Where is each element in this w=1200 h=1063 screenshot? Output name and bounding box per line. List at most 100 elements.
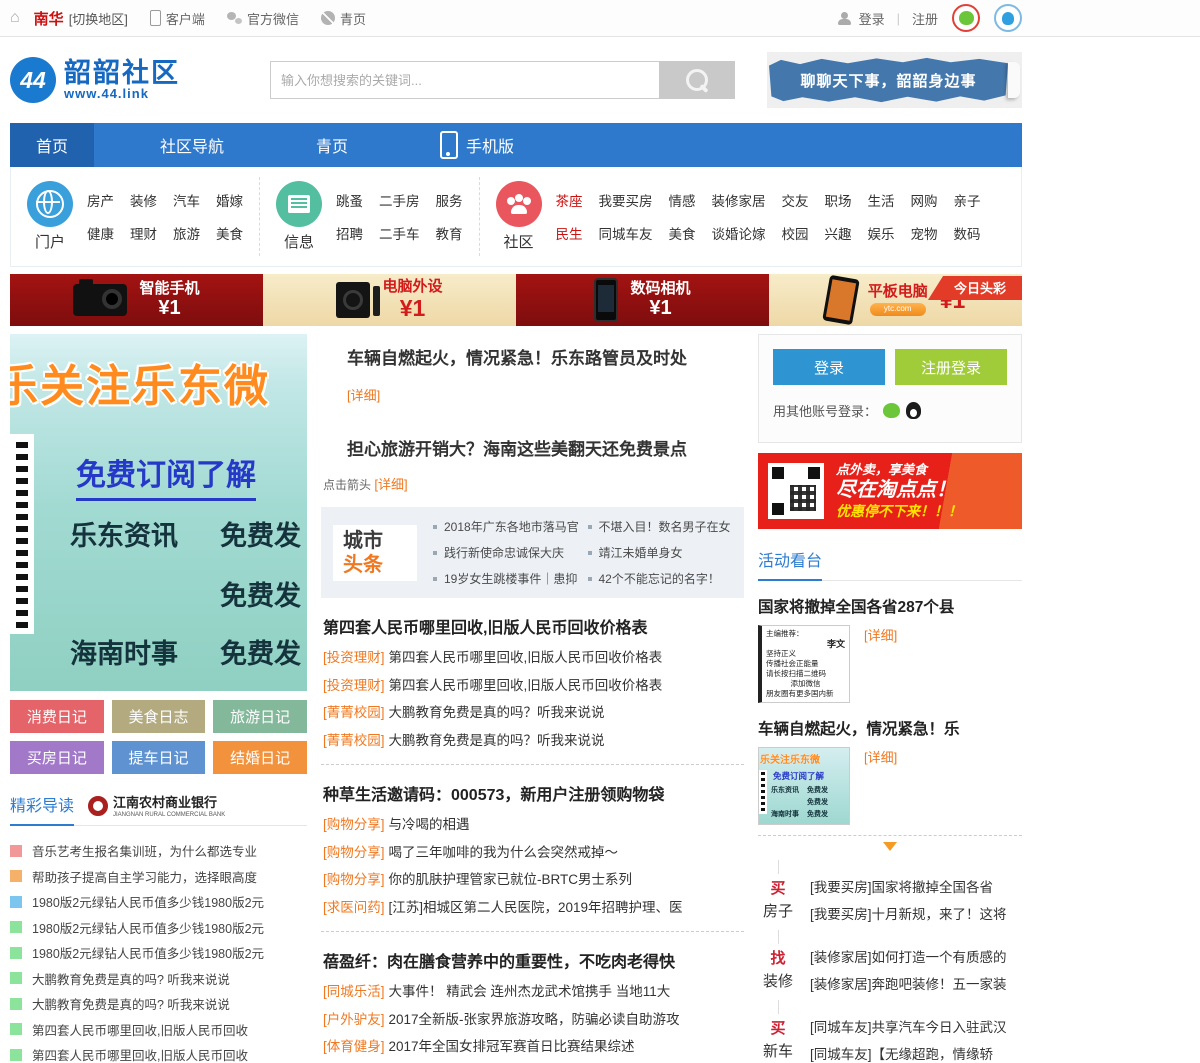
- activity-thumbnail[interactable]: 主编推荐： 李文 坚持正义 传播社会正能量 请长按扫描二维码 添加微信 朋友圈有…: [758, 625, 850, 703]
- region-name[interactable]: 南华: [34, 8, 64, 29]
- thread-item[interactable]: [同城车友]共享汽车今日入驻武汉: [810, 1014, 1022, 1041]
- thread-item[interactable]: [同城乐活]大事件！ 精武会 连州杰龙武术馆携手 当地11大: [323, 978, 744, 1006]
- headline-item[interactable]: 靖江未婚单身女: [588, 544, 733, 561]
- cat-link[interactable]: 亲子: [954, 190, 981, 210]
- diary-food-button[interactable]: 美食日志: [112, 700, 206, 733]
- detail-link[interactable]: [详细]: [864, 747, 897, 766]
- board-tag[interactable]: [求医问药]: [323, 900, 385, 915]
- diary-house-button[interactable]: 买房日记: [10, 741, 104, 774]
- diary-car-button[interactable]: 提车日记: [112, 741, 206, 774]
- cat-link[interactable]: 兴趣: [825, 223, 852, 243]
- cat-link[interactable]: 娱乐: [868, 223, 895, 243]
- wechat-badge-icon[interactable]: [952, 4, 980, 32]
- thread-item[interactable]: [户外驴友]2017全新版-张家界旅游攻略，防骗必读自助游攻: [323, 1006, 744, 1034]
- ad-tablet[interactable]: 今日头彩 平板电脑 ytc.com ¥1: [769, 274, 1022, 326]
- section-title[interactable]: 种草生活邀请码：000573，新用户注册领购物袋: [323, 781, 744, 805]
- cat-link[interactable]: 职场: [825, 190, 852, 210]
- board-tag[interactable]: [体育健身]: [323, 1039, 385, 1054]
- headline-item[interactable]: 19岁女生跳楼事件｜患抑: [433, 570, 578, 587]
- list-item[interactable]: 帮助孩子提高自主学习能力，选择眼高度: [10, 864, 307, 890]
- expand-arrow-icon[interactable]: [883, 842, 897, 858]
- featured-title[interactable]: 担心旅游开销大？海南这些美翻天还免费景点: [347, 435, 744, 460]
- cat-link[interactable]: 美食: [216, 223, 243, 243]
- diary-wedding-button[interactable]: 结婚日记: [213, 741, 307, 774]
- list-item[interactable]: 第四套人民币哪里回收,旧版人民币回收: [10, 1042, 307, 1063]
- thread-item[interactable]: [投资理财]第四套人民币哪里回收,旧版人民币回收价格表: [323, 644, 744, 672]
- cat-link[interactable]: 装修家居: [712, 190, 766, 210]
- board-tag[interactable]: [购物分享]: [323, 817, 385, 832]
- highlights-title[interactable]: 精彩导读: [10, 792, 74, 826]
- cat-link[interactable]: 二手房: [379, 190, 420, 210]
- thread-item[interactable]: [菁菁校园]大鹏教育免费是真的吗？听我来说说: [323, 699, 744, 727]
- takeout-qr-ad[interactable]: 点外卖，享美食 尽在淘点点！ 优惠停不下来！！！: [758, 453, 1022, 529]
- cat-link-hot[interactable]: 民生: [556, 223, 583, 243]
- search-button[interactable]: [659, 61, 735, 99]
- headline-item[interactable]: 2018年广东各地市落马官: [433, 518, 578, 535]
- cat-link[interactable]: 交友: [782, 190, 809, 210]
- thread-item[interactable]: [投资理财]第四套人民币哪里回收,旧版人民币回收价格表: [323, 672, 744, 700]
- nav-community[interactable]: 社区导航: [134, 123, 250, 167]
- detail-link[interactable]: [详细]: [864, 625, 897, 644]
- region-switch[interactable]: 南华 [切换地区]: [34, 8, 128, 29]
- cat-link[interactable]: 二手车: [379, 223, 420, 243]
- cat-link[interactable]: 服务: [436, 190, 463, 210]
- thread-item[interactable]: [求医问药][江苏]相城区第二人民医院，2019年招聘护理、医: [323, 894, 744, 922]
- home-icon[interactable]: ⌂: [10, 9, 20, 27]
- cat-link[interactable]: 旅游: [173, 223, 200, 243]
- ad-digital-camera[interactable]: 数码相机 ¥1: [516, 274, 769, 326]
- cat-link[interactable]: 宠物: [911, 223, 938, 243]
- headline-item[interactable]: 践行新使命忠诚保大庆: [433, 544, 578, 561]
- register-link[interactable]: 注册: [912, 9, 938, 28]
- cat-link[interactable]: 校园: [782, 223, 809, 243]
- ytc-button[interactable]: ytc.com: [870, 303, 926, 316]
- cat-link[interactable]: 情感: [669, 190, 696, 210]
- search-input[interactable]: [270, 61, 659, 99]
- diary-consume-button[interactable]: 消费日记: [10, 700, 104, 733]
- board-tag[interactable]: [购物分享]: [323, 845, 385, 860]
- thread-item[interactable]: [体育健身]2017年全国女排冠军赛首日比赛结果综述: [323, 1033, 744, 1061]
- newspaper-icon[interactable]: [276, 181, 322, 227]
- cat-link[interactable]: 汽车: [173, 190, 200, 210]
- list-item[interactable]: 大鹏教育免费是真的吗? 听我来说说: [10, 966, 307, 992]
- qingye-link[interactable]: 青页: [321, 9, 366, 28]
- cat-link[interactable]: 理财: [130, 223, 157, 243]
- cat-link[interactable]: 同城车友: [599, 223, 653, 243]
- headline-item[interactable]: 42个不能忘记的名字！: [588, 570, 733, 587]
- thread-item[interactable]: [菁菁校园]大鹏教育免费是真的吗？听我来说说: [323, 727, 744, 755]
- cat-link[interactable]: 跳蚤: [336, 190, 363, 210]
- bank-logo[interactable]: 江南农村商业银行 JIANGNAN RURAL COMMERCIAL BANK: [88, 794, 225, 824]
- cat-link[interactable]: 生活: [868, 190, 895, 210]
- ledong-wechat-ad[interactable]: 乐关注乐东微 免费订阅了解 乐东资讯免费发 免费发 海南时事免费发: [10, 334, 307, 691]
- qq-login-icon[interactable]: [906, 402, 921, 419]
- nav-qingye[interactable]: 青页: [290, 123, 374, 167]
- thread-item[interactable]: [我要买房]十月新规，来了！这将: [810, 901, 1022, 928]
- board-tag[interactable]: [投资理财]: [323, 678, 385, 693]
- list-item[interactable]: 第四套人民币哪里回收,旧版人民币回收: [10, 1017, 307, 1043]
- cat-link-hot[interactable]: 茶座: [556, 190, 583, 210]
- diary-travel-button[interactable]: 旅游日记: [213, 700, 307, 733]
- cat-link[interactable]: 招聘: [336, 223, 363, 243]
- board-tag[interactable]: [菁菁校园]: [323, 705, 385, 720]
- list-item[interactable]: 音乐艺考生报名集训班，为什么都选专业: [10, 838, 307, 864]
- official-wechat-link[interactable]: 官方微信: [227, 9, 299, 28]
- cat-link[interactable]: 婚嫁: [216, 190, 243, 210]
- section-title[interactable]: 第四套人民币哪里回收,旧版人民币回收价格表: [323, 614, 744, 638]
- headline-item[interactable]: 不堪入目！数名男子在女: [588, 518, 733, 535]
- cat-link[interactable]: 网购: [911, 190, 938, 210]
- activity-thumbnail[interactable]: 乐关注乐东微 免费订阅了解 乐东资讯免费发 免费发 海南时事免费发: [758, 747, 850, 825]
- globe-icon[interactable]: [27, 181, 73, 227]
- thread-item[interactable]: [购物分享]你的肌肤护理管家已就位-BRTC男士系列: [323, 866, 744, 894]
- board-tag[interactable]: [投资理财]: [323, 650, 385, 665]
- ad-smartphone[interactable]: 智能手机 ¥1: [10, 274, 263, 326]
- qq-badge-icon[interactable]: [994, 4, 1022, 32]
- wechat-login-icon[interactable]: [883, 403, 900, 418]
- board-tag[interactable]: [菁菁校园]: [323, 733, 385, 748]
- board-tag[interactable]: [户外驴友]: [323, 1012, 385, 1027]
- thread-item[interactable]: [我要买房]国家将撤掉全国各省: [810, 874, 1022, 901]
- activity-title[interactable]: 活动看台: [758, 547, 822, 581]
- board-tag[interactable]: [购物分享]: [323, 872, 385, 887]
- site-logo[interactable]: 44 韶韶社区 www.44.link: [10, 57, 260, 103]
- activity-item-title[interactable]: 国家将撤掉全国各省287个县: [758, 595, 1022, 617]
- list-item[interactable]: 1980版2元绿钻人民币值多少钱1980版2元: [10, 889, 307, 915]
- cat-link[interactable]: 健康: [87, 223, 114, 243]
